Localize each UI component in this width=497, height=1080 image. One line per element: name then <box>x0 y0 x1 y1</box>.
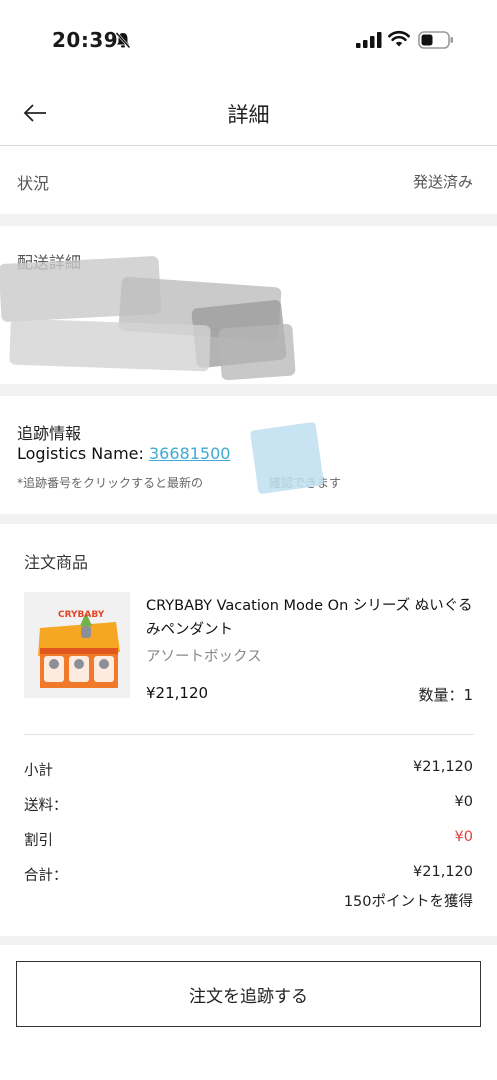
subtotal-row: 小計 ¥21,120 <box>24 759 473 783</box>
track-order-button[interactable]: 注文を追跡する <box>16 961 481 1027</box>
delivery-details-section: 配送詳細 <box>0 226 497 384</box>
discount-row: 割引 ¥0 <box>24 829 473 853</box>
shipping-label: 送料： <box>24 798 68 814</box>
product-name[interactable]: CRYBABY Vacation Mode On シリーズ ぬいぐるみペンダント <box>146 594 476 642</box>
redaction-smudge <box>249 421 325 495</box>
cellular-signal-icon <box>356 32 382 48</box>
status-label: 状況 <box>17 174 50 193</box>
order-status-row: 状況 発送済み <box>0 146 497 214</box>
logistics-label: Logistics Name: <box>17 444 144 463</box>
total-value: ¥21,120 <box>413 864 473 880</box>
logistics-row: Logistics Name: 36681500 <box>17 444 230 463</box>
discount-value: ¥0 <box>454 829 473 845</box>
shipping-value: ¥0 <box>454 794 473 810</box>
section-gap <box>0 384 497 396</box>
product-box-illustration: CRYBABY <box>24 592 130 698</box>
subtotal-label: 小計 <box>24 763 53 779</box>
section-gap <box>0 936 497 945</box>
wifi-icon <box>388 31 410 47</box>
total-row: 合計： ¥21,120 <box>24 864 473 888</box>
redaction-smudge <box>218 323 296 381</box>
points-earned: 150ポイントを獲得 <box>343 894 473 910</box>
total-label: 合計： <box>24 868 68 884</box>
product-variant: アソートボックス <box>146 649 262 665</box>
ordered-items-section: 注文商品 CRYBABY CRYBABY Vacation Mode On シリ… <box>0 524 497 936</box>
subtotal-value: ¥21,120 <box>413 759 473 775</box>
page-title: 詳細 <box>227 103 270 127</box>
discount-label: 割引 <box>24 833 53 849</box>
tracking-info-section: 追跡情報 Logistics Name: 36681500 *追跡番号をクリック… <box>0 396 497 514</box>
tracking-info-title: 追跡情報 <box>17 424 82 443</box>
status-value: 発送済み <box>412 173 473 191</box>
section-gap <box>0 514 497 524</box>
tracking-number-link[interactable]: 36681500 <box>149 444 230 463</box>
product-quantity: 数量：1 <box>418 686 473 704</box>
shipping-row: 送料： ¥0 <box>24 794 473 818</box>
bell-slash-icon <box>115 32 131 49</box>
product-box-label: CRYBABY <box>58 610 105 620</box>
battery-icon <box>418 31 453 49</box>
status-time: 20:39 <box>52 28 119 52</box>
tracking-note-start: *追跡番号をクリックすると最新の <box>17 476 204 490</box>
product-image[interactable]: CRYBABY <box>24 592 130 698</box>
status-bar: 20:39 <box>0 0 497 82</box>
redaction-smudge <box>9 318 211 372</box>
nav-bar: 詳細 <box>0 82 497 146</box>
product-price: ¥21,120 <box>146 684 209 702</box>
divider <box>24 734 474 735</box>
section-gap <box>0 214 497 226</box>
ordered-items-title: 注文商品 <box>24 553 89 572</box>
